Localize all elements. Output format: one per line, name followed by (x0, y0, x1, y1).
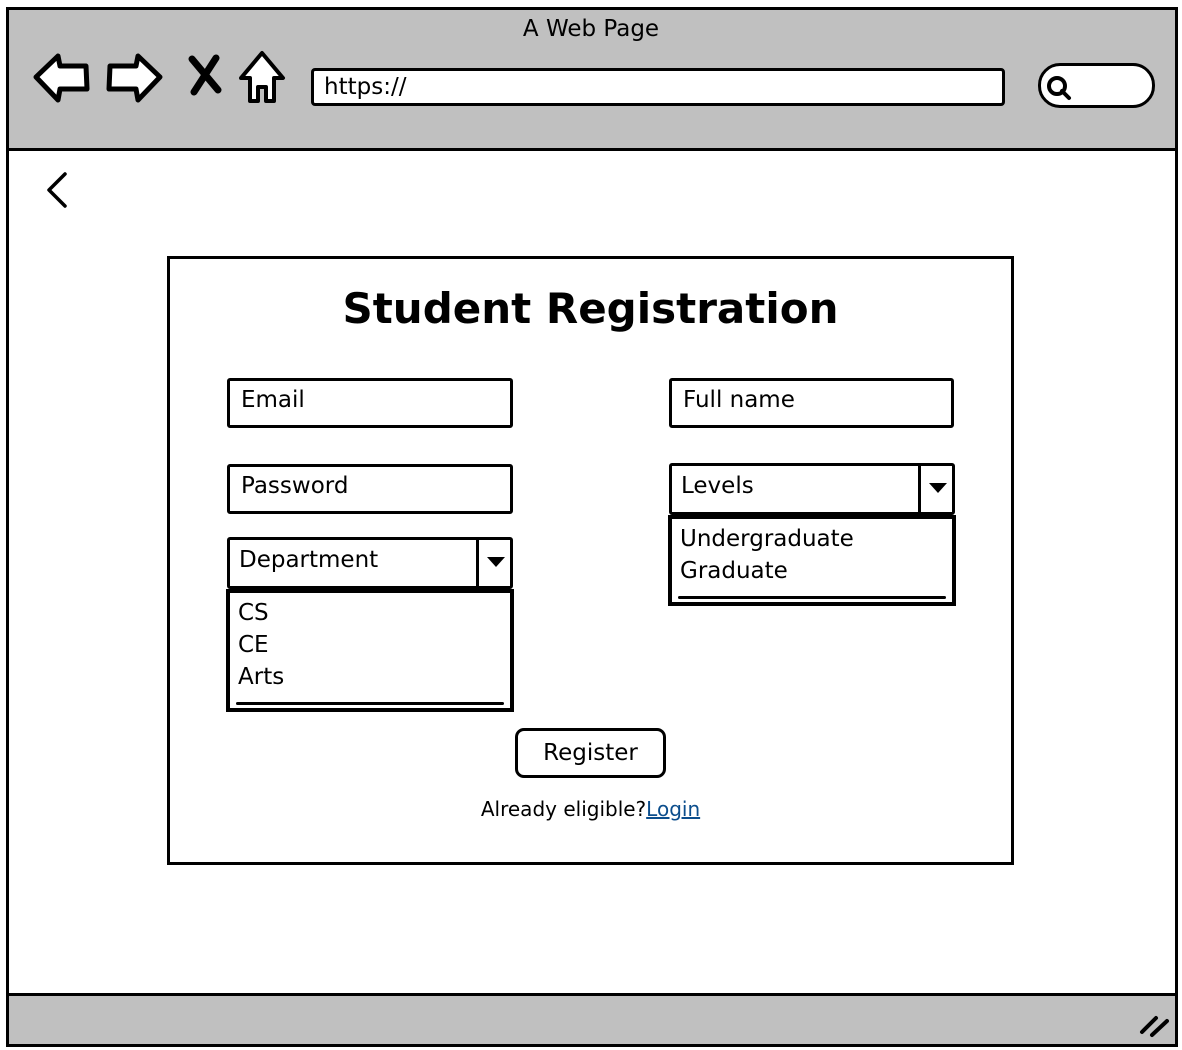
levels-dropdown-toggle[interactable] (918, 466, 952, 512)
dropdown-divider (678, 596, 946, 599)
department-option[interactable]: Arts (238, 661, 510, 693)
department-dropdown-toggle[interactable] (476, 540, 510, 586)
fullname-field[interactable]: Full name (669, 378, 954, 428)
department-select[interactable]: Department (227, 537, 513, 589)
chevron-down-icon (487, 557, 505, 567)
close-icon[interactable] (186, 54, 224, 96)
chevron-left-icon[interactable] (42, 170, 72, 210)
levels-select-label: Levels (681, 473, 754, 499)
browser-search-field[interactable] (1038, 63, 1155, 108)
already-eligible-text: Already eligible? (480, 797, 647, 821)
levels-option[interactable]: Graduate (680, 555, 952, 587)
url-bar[interactable]: https:// (311, 68, 1005, 106)
home-icon[interactable] (236, 48, 288, 106)
email-field[interactable]: Email (227, 378, 513, 428)
levels-option[interactable]: Undergraduate (680, 523, 952, 555)
window-title: A Web Page (522, 16, 660, 42)
department-select-label: Department (239, 547, 379, 573)
login-prompt: Already eligible?Login (167, 797, 1014, 821)
browser-statusbar (6, 993, 1178, 1047)
back-icon[interactable] (30, 50, 92, 106)
page-title: Student Registration (342, 284, 839, 333)
chevron-down-icon (929, 483, 947, 493)
levels-select[interactable]: Levels (669, 463, 955, 515)
search-icon (1047, 76, 1071, 100)
resize-handle-icon[interactable] (1138, 1010, 1172, 1038)
password-field[interactable]: Password (227, 464, 513, 514)
dropdown-divider (236, 702, 504, 705)
department-option[interactable]: CS (238, 597, 510, 629)
levels-dropdown-list: Undergraduate Graduate (668, 515, 956, 606)
forward-icon[interactable] (104, 50, 166, 106)
register-button[interactable]: Register (515, 728, 666, 778)
login-link[interactable]: Login (646, 797, 700, 821)
department-option[interactable]: CE (238, 629, 510, 661)
department-dropdown-list: CS CE Arts (226, 589, 514, 712)
